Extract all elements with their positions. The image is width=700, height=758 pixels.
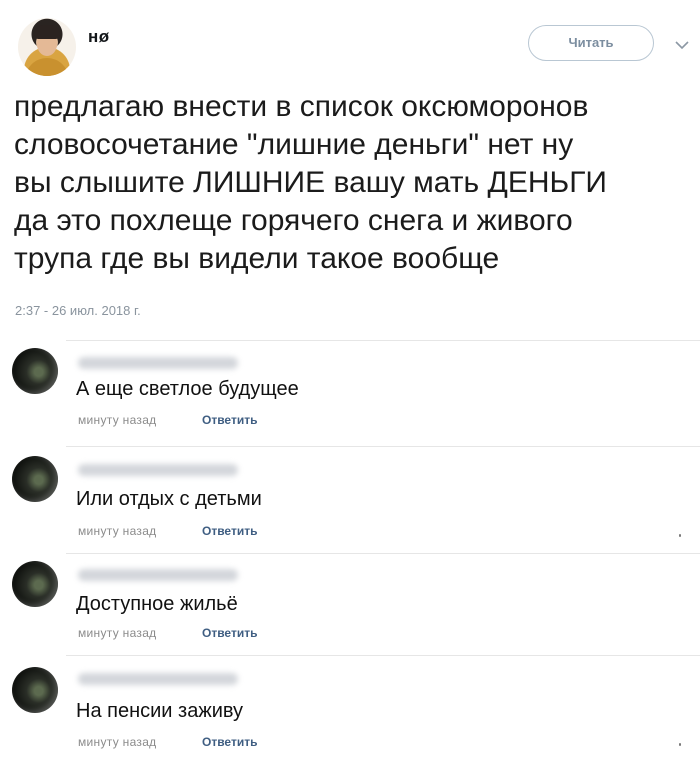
comment-item: Доступное жильё минуту назад Ответить [0, 553, 700, 661]
chevron-down-icon[interactable] [675, 40, 689, 50]
comment-divider [66, 553, 700, 554]
comment-time: минуту назад [78, 413, 157, 427]
commenter-name-blurred [78, 673, 238, 685]
reply-link[interactable]: Ответить [202, 626, 257, 640]
author-name[interactable]: нø [88, 27, 110, 47]
comment-marker [679, 743, 681, 746]
commenter-name-blurred [78, 464, 238, 476]
tweet-timestamp[interactable]: 2:37 - 26 июл. 2018 г. [15, 303, 141, 318]
page: нø Читать предлагаю внести в список оксю… [0, 0, 700, 758]
comment-divider [66, 340, 700, 341]
author-avatar[interactable] [18, 18, 76, 76]
comment-time: минуту назад [78, 626, 157, 640]
commenter-name-blurred [78, 569, 238, 581]
reply-link[interactable]: Ответить [202, 413, 257, 427]
comment-text: Доступное жильё [76, 593, 238, 615]
comment-item: А еще светлое будущее минуту назад Ответ… [0, 340, 700, 448]
reply-link[interactable]: Ответить [202, 735, 257, 749]
commenter-avatar[interactable] [12, 561, 58, 607]
reply-link[interactable]: Ответить [202, 524, 257, 538]
comment-item: На пенсии заживу минуту назад Ответить [0, 655, 700, 758]
comment-text: На пенсии заживу [76, 700, 244, 722]
avatar-shirt [25, 58, 69, 76]
commenter-avatar[interactable] [12, 348, 58, 394]
comment-time: минуту назад [78, 524, 157, 538]
comment-divider [66, 446, 700, 447]
comment-divider [66, 655, 700, 656]
comment-text: А еще светлое будущее [76, 378, 299, 400]
commenter-name-blurred [78, 357, 238, 369]
commenter-avatar[interactable] [12, 456, 58, 502]
avatar-hair [34, 25, 60, 39]
comment-marker [679, 534, 681, 537]
tweet-text: предлагаю внести в список оксюморонов сл… [14, 90, 607, 275]
commenter-avatar[interactable] [12, 667, 58, 713]
comment-time: минуту назад [78, 735, 157, 749]
comment-item: Или отдых с детьми минуту назад Ответить [0, 446, 700, 554]
comment-text: Или отдых с детьми [76, 488, 262, 510]
follow-button[interactable]: Читать [528, 25, 654, 61]
